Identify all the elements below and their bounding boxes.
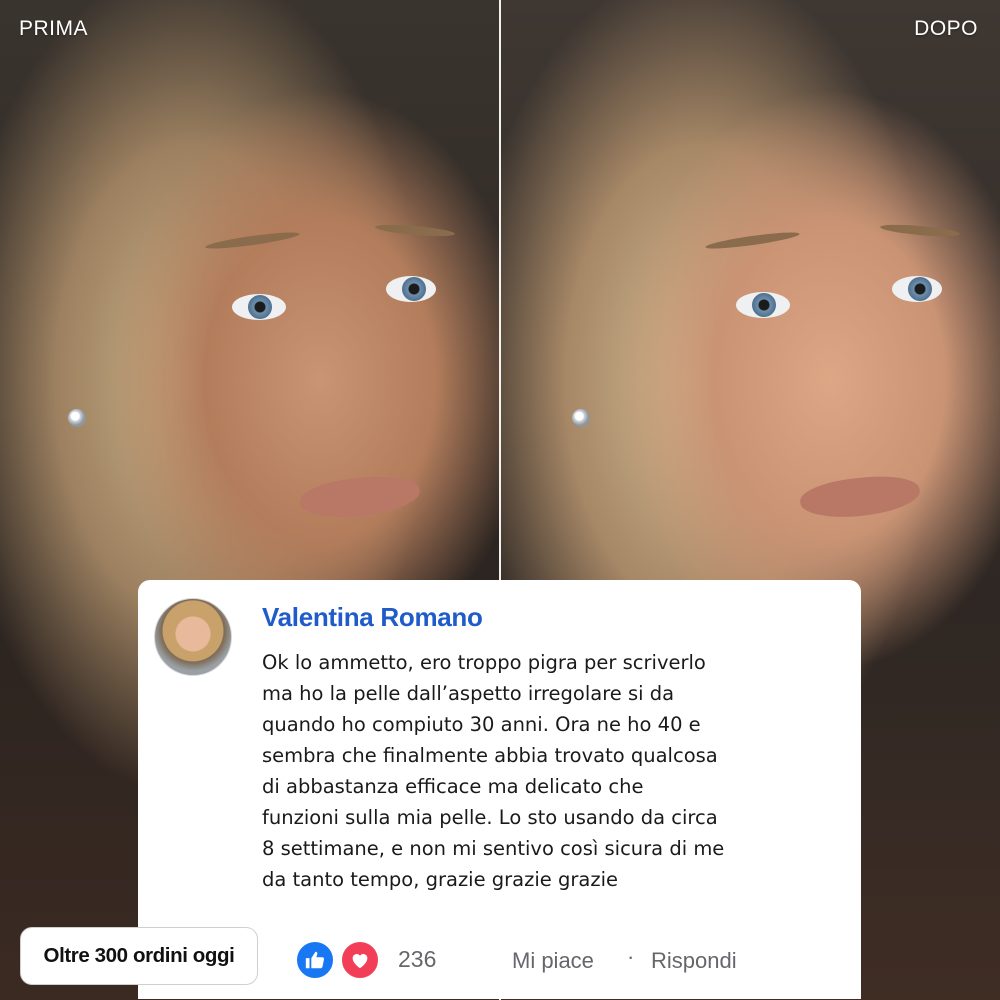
separator-dot: ·	[627, 944, 635, 969]
lips	[798, 471, 922, 523]
brow	[879, 222, 961, 239]
eye	[232, 294, 286, 320]
before-label: PRIMA	[19, 17, 89, 40]
like-button[interactable]: Mi piace	[512, 948, 594, 974]
reply-button[interactable]: Rispondi	[651, 948, 737, 974]
eye	[736, 292, 790, 318]
comment-text: Ok lo ammetto, ero troppo pigra per scri…	[262, 651, 725, 891]
reaction-count[interactable]: 236	[398, 946, 436, 973]
avatar[interactable]	[154, 598, 232, 676]
brow	[704, 229, 801, 252]
after-label: DOPO	[914, 17, 978, 40]
earring	[572, 409, 590, 427]
brow	[374, 222, 456, 239]
thumbs-up-icon[interactable]	[295, 940, 335, 980]
eye	[386, 276, 436, 302]
orders-badge: Oltre 300 ordini oggi	[20, 927, 258, 985]
author-name[interactable]: Valentina Romano	[262, 602, 483, 633]
lips	[298, 471, 422, 523]
earring	[68, 409, 86, 427]
eye	[892, 276, 942, 302]
brow	[204, 229, 301, 252]
heart-icon[interactable]	[340, 940, 380, 980]
